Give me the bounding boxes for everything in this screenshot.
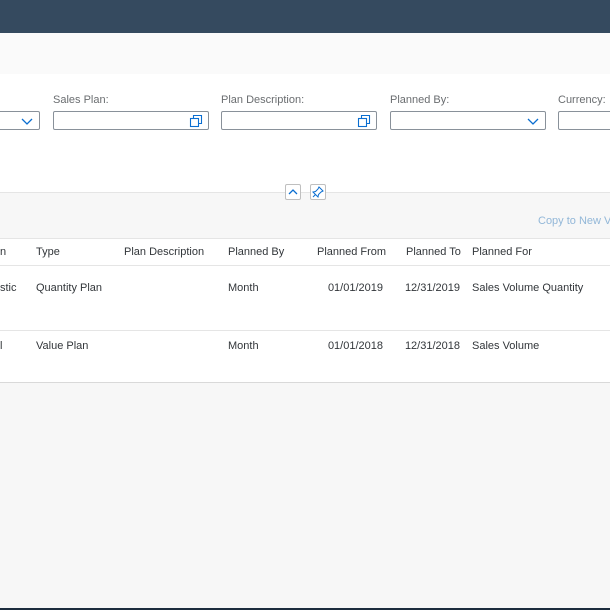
table-cell-planned-for[interactable]: Sales Volume Quantity: [472, 282, 583, 294]
plan-description-label: Plan Description:: [221, 94, 305, 106]
sales-plan-table: [0, 238, 610, 383]
plan-description-input[interactable]: [221, 111, 377, 130]
partial-filter-dropdown[interactable]: [0, 111, 40, 130]
table-toolbar: [0, 204, 610, 238]
filter-bar: [0, 74, 610, 192]
table-cell-planned-from[interactable]: 01/01/2019: [313, 282, 383, 294]
column-header-planned-by[interactable]: Planned By: [228, 246, 284, 258]
column-header-planned-for[interactable]: Planned For: [472, 246, 532, 258]
table-cell-type[interactable]: Quantity Plan: [36, 282, 102, 294]
page-subheader: [0, 33, 610, 74]
table-cell-name[interactable]: stic: [0, 282, 17, 294]
value-help-icon[interactable]: [357, 114, 371, 128]
column-header-type[interactable]: Type: [36, 246, 60, 258]
header-separator: [0, 265, 610, 266]
table-cell-planned-for[interactable]: Sales Volume: [472, 340, 539, 352]
column-header-planned-from[interactable]: Planned From: [317, 246, 386, 258]
table-cell-name[interactable]: l: [0, 340, 2, 352]
column-header[interactable]: n: [0, 246, 6, 258]
filter-divider: [0, 192, 610, 193]
planned-by-select[interactable]: [390, 111, 546, 130]
table-cell-planned-from[interactable]: 01/01/2018: [313, 340, 383, 352]
chevron-down-icon: [20, 114, 34, 128]
table-cell-planned-to[interactable]: 12/31/2019: [390, 282, 460, 294]
table-cell-planned-by[interactable]: Month: [228, 282, 259, 294]
sales-plan-label: Sales Plan:: [53, 94, 109, 106]
column-header-planned-to[interactable]: Planned To: [406, 246, 461, 258]
copy-to-new-version-link[interactable]: Copy to New Ve: [538, 215, 610, 227]
pin-filter-button[interactable]: [310, 184, 326, 200]
pin-icon: [311, 186, 324, 199]
shell-header: [0, 0, 610, 33]
sales-plan-input[interactable]: [53, 111, 209, 130]
column-header-plan-description[interactable]: Plan Description: [124, 246, 204, 258]
table-cell-type[interactable]: Value Plan: [36, 340, 88, 352]
table-cell-planned-by[interactable]: Month: [228, 340, 259, 352]
collapse-filter-button[interactable]: [285, 184, 301, 200]
chevron-up-icon: [288, 189, 298, 195]
planned-by-label: Planned By:: [390, 94, 450, 106]
currency-input[interactable]: [558, 111, 610, 130]
chevron-down-icon: [526, 114, 540, 128]
currency-label: Currency:: [558, 94, 606, 106]
value-help-icon[interactable]: [189, 114, 203, 128]
row-separator: [0, 330, 610, 331]
table-cell-planned-to[interactable]: 12/31/2018: [390, 340, 460, 352]
